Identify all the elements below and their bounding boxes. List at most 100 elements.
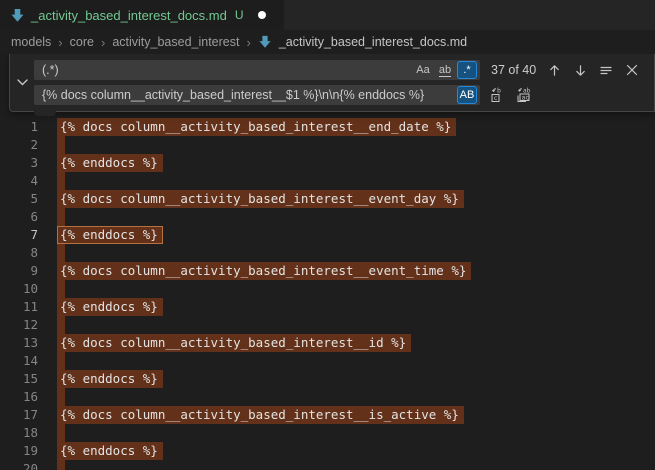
editor-line[interactable]: 13{% docs column__activity_based_interes… [0,334,655,352]
editor[interactable]: 1 {% docs column__activity_based_interest… [0,54,655,470]
breadcrumb-separator: › [58,35,62,50]
editor-line[interactable]: 15 {% enddocs %} [0,370,655,388]
breadcrumb-item[interactable]: models [11,35,51,49]
editor-line[interactable]: 3 {% enddocs %} [0,154,655,172]
editor-line[interactable]: 10 [0,280,655,298]
chevron-down-icon [17,79,28,86]
line-number: 3 [0,154,38,172]
whole-word-toggle[interactable]: ab [435,61,455,79]
find-match-highlight: {% docs column__activity_based_interest_… [57,118,456,136]
find-match-highlight: {% enddocs %} [57,370,163,388]
find-input[interactable]: (.*) Aa ab .* [34,60,480,80]
selection-icon [599,63,613,77]
find-match-highlight [57,244,65,262]
previous-match-button[interactable] [544,60,564,80]
editor-line[interactable]: 12 [0,316,655,334]
preserve-case-toggle[interactable]: AB [457,86,477,104]
toggle-replace-button[interactable] [10,54,34,111]
find-match-highlight [57,208,65,226]
line-content: {% docs column__activity_based_interest_… [57,118,655,136]
editor-line[interactable]: 9 {% docs column__activity_based_interest… [0,262,655,280]
line-number: 12 [0,316,38,334]
editor-line[interactable]: 1 {% docs column__activity_based_interest… [0,118,655,136]
editor-line[interactable]: 8 [0,244,655,262]
editor-line[interactable]: 20 [0,460,655,470]
replace-all-button[interactable]: ab ac [513,85,533,105]
replace-button[interactable]: b c [488,85,508,105]
markdown-icon [258,35,272,49]
match-case-toggle[interactable]: Aa [413,61,433,79]
editor-line[interactable]: 2 [0,136,655,154]
line-number: 8 [0,244,38,262]
breadcrumb-item[interactable]: activity_based_interest [112,35,239,49]
line-content [57,316,655,334]
replace-input[interactable]: {% docs column__activity_based_interest_… [34,85,480,105]
line-number: 18 [0,424,38,442]
line-content [57,388,655,406]
line-number: 10 [0,280,38,298]
git-status-badge: U [235,8,244,22]
editor-line[interactable]: 18 [0,424,655,442]
tab-activity-docs[interactable]: _activity_based_interest_docs.md U [0,0,284,30]
find-match-highlight: {% docs column__activity_based_interest_… [57,262,471,280]
modified-indicator-dot[interactable] [258,11,266,19]
breadcrumb-separator: › [101,35,105,50]
svg-text:ab: ab [523,87,531,94]
line-number: 9 [0,262,38,280]
line-content [57,424,655,442]
replace-icon: b c [490,87,506,103]
line-number: 16 [0,388,38,406]
find-match-highlight: {% docs column__activity_based_interest_… [57,406,464,424]
markdown-icon [10,8,25,23]
find-widget-resize-handle[interactable] [34,111,56,116]
find-match-highlight [57,280,65,298]
find-match-highlight: {% docs column__activity_based_interest_… [57,190,464,208]
find-match-highlight: {% enddocs %} [57,154,163,172]
line-content: {% docs column__activity_based_interest_… [57,262,655,280]
current-find-match: {% enddocs %} [57,226,163,244]
find-match-highlight [57,424,65,442]
arrow-down-icon [574,64,587,77]
editor-line[interactable]: 7{% enddocs %} [0,226,655,244]
editor-line[interactable]: 17 {% docs column__activity_based_interes… [0,406,655,424]
line-content [57,208,655,226]
line-content: {% docs column__activity_based_interest_… [57,406,655,424]
editor-line[interactable]: 4 [0,172,655,190]
breadcrumb-item[interactable]: core [70,35,94,49]
line-number: 5 [0,190,38,208]
editor-line[interactable]: 5 {% docs column__activity_based_interest… [0,190,655,208]
line-content: {% enddocs %} [57,370,655,388]
find-in-selection-button[interactable] [596,60,616,80]
replace-all-icon: ab ac [515,87,532,103]
replace-row: {% docs column__activity_based_interest_… [34,85,646,105]
next-match-button[interactable] [570,60,590,80]
find-match-highlight: {% docs column__activity_based_interest_… [57,334,411,352]
line-content: {% docs column__activity_based_interest_… [57,190,655,208]
line-number: 1 [0,118,38,136]
editor-line[interactable]: 16 [0,388,655,406]
editor-line[interactable]: 19{% enddocs %} [0,442,655,460]
line-number: 17 [0,406,38,424]
find-query-text: (.*) [42,63,411,77]
close-icon [626,64,638,76]
line-content [57,136,655,154]
line-content [57,172,655,190]
breadcrumb-separator: › [246,35,250,50]
breadcrumb: models › core › activity_based_interest › _act… [0,30,655,54]
arrow-up-icon [548,64,561,77]
editor-line[interactable]: 11{% enddocs %} [0,298,655,316]
line-content: {% enddocs %} [57,154,655,172]
line-content [57,280,655,298]
editor-line[interactable]: 6 [0,208,655,226]
line-number: 15 [0,370,38,388]
tab-filename: _activity_based_interest_docs.md [31,8,227,23]
line-number: 2 [0,136,38,154]
find-row: (.*) Aa ab .* 37 of 40 [34,60,646,80]
regex-toggle[interactable]: .* [457,61,477,79]
find-match-highlight [57,172,65,190]
find-match-highlight: {% enddocs %} [57,442,163,460]
close-find-button[interactable] [622,60,642,80]
editor-line[interactable]: 14 [0,352,655,370]
breadcrumb-item[interactable]: _activity_based_interest_docs.md [279,35,467,49]
find-match-highlight [57,352,65,370]
